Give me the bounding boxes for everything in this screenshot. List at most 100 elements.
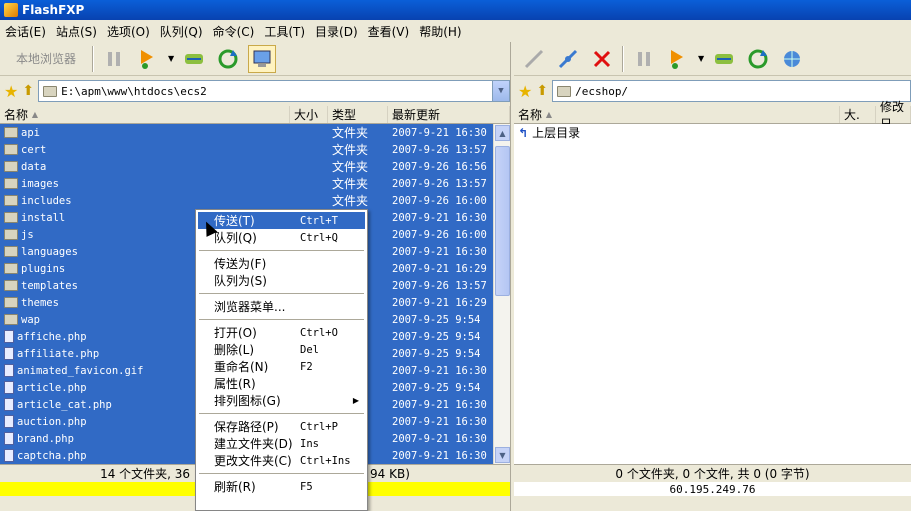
- col-name-header[interactable]: 名称 ▲: [0, 106, 290, 123]
- sync-icon: [185, 53, 204, 64]
- file-date-cell: 2007-9-25 9:54: [392, 381, 481, 394]
- table-row[interactable]: images 文件夹 2007-9-26 13:57: [0, 175, 510, 192]
- table-row[interactable]: data 文件夹 2007-9-26 16:56: [0, 158, 510, 175]
- context-menu-item[interactable]: 刷新(R) F5: [198, 478, 365, 495]
- context-menu-item[interactable]: 保存路径(P) Ctrl+P: [198, 418, 365, 435]
- folder-icon: [4, 229, 18, 240]
- menu-help[interactable]: 帮助(H): [414, 23, 466, 40]
- col-modified-header[interactable]: 修改日: [876, 100, 911, 131]
- php-file-icon: [4, 449, 14, 462]
- file-date-cell: 2007-9-25 9:54: [392, 347, 481, 360]
- site-manager-button[interactable]: [778, 45, 806, 73]
- context-menu-item[interactable]: 重命名(N) F2: [198, 358, 365, 375]
- file-date-cell: 2007-9-26 13:57: [392, 143, 487, 156]
- php-file-icon: [4, 347, 14, 360]
- refresh-icon: [748, 49, 768, 68]
- table-row[interactable]: includes 文件夹 2007-9-26 16:00: [0, 192, 510, 209]
- connect-button[interactable]: [520, 45, 548, 73]
- remote-sync-button[interactable]: [710, 45, 738, 73]
- remote-status-text: 0 个文件夹, 0 个文件, 共 0 (0 字节): [615, 467, 810, 481]
- local-browser-button[interactable]: 本地浏览器: [6, 50, 86, 67]
- globe-icon: [784, 50, 801, 67]
- folder-icon: [4, 212, 18, 223]
- remote-path-combobox[interactable]: /ecshop/: [552, 80, 911, 102]
- parent-folder-icon[interactable]: ⬆: [22, 83, 34, 99]
- file-type-cell: 文件夹: [332, 160, 369, 174]
- sync-button[interactable]: [180, 45, 208, 73]
- transfer-dropdown-arrow-icon[interactable]: ▼: [168, 54, 174, 63]
- menu-tools[interactable]: 工具(T): [259, 23, 310, 40]
- menu-separator: [199, 413, 364, 414]
- menu-session[interactable]: 会话(E): [0, 23, 51, 40]
- context-menu-item[interactable]: 浏览器菜单...: [198, 298, 365, 315]
- file-date-cell: 2007-9-21 16:29: [392, 296, 487, 309]
- php-file-icon: [4, 381, 14, 394]
- context-menu-item[interactable]: 传送(T) Ctrl+T: [198, 212, 365, 229]
- transfer-button[interactable]: [134, 45, 162, 73]
- scroll-down-icon[interactable]: ▼: [495, 447, 510, 463]
- local-toolbar: 本地浏览器 ▼: [0, 42, 510, 76]
- chevron-down-icon[interactable]: ▼: [492, 81, 509, 101]
- file-date-cell: 2007-9-26 13:57: [392, 177, 487, 190]
- context-menu-item[interactable]: 建立文件夹(D) Ins: [198, 435, 365, 452]
- menu-queue[interactable]: 队列(Q): [155, 23, 208, 40]
- context-menu-item[interactable]: 队列(Q) Ctrl+Q: [198, 229, 365, 246]
- menu-view[interactable]: 查看(V): [363, 23, 415, 40]
- context-menu-item[interactable]: 属性(R): [198, 375, 365, 392]
- folder-icon: [4, 195, 18, 206]
- folder-icon: [43, 85, 58, 97]
- remote-status-bar: 0 个文件夹, 0 个文件, 共 0 (0 字节): [514, 464, 911, 482]
- col-modified-header[interactable]: 最新更新: [388, 106, 510, 123]
- col-size-header[interactable]: 大.: [840, 106, 876, 123]
- php-file-icon: [4, 432, 14, 445]
- menu-sites[interactable]: 站点(S): [51, 23, 102, 40]
- folder-icon: [4, 246, 18, 257]
- context-menu-item[interactable]: 删除(L) Del: [198, 341, 365, 358]
- menu-options[interactable]: 选项(O): [102, 23, 155, 40]
- context-menu-item[interactable]: 更改文件夹(C) Ctrl+Ins: [198, 452, 365, 469]
- transfer-dropdown-arrow-icon[interactable]: ▼: [698, 54, 704, 63]
- menu-commands[interactable]: 命令(C): [208, 23, 260, 40]
- remote-path-row: ★ ⬆ /ecshop/: [514, 76, 911, 106]
- browser-view-button[interactable]: [248, 44, 277, 73]
- file-date-cell: 2007-9-21 16:30: [392, 432, 487, 445]
- local-vertical-scrollbar[interactable]: ▲ ▼: [493, 124, 510, 464]
- file-name-cell: images: [0, 178, 290, 190]
- disconnect-button[interactable]: [554, 45, 582, 73]
- scroll-up-icon[interactable]: ▲: [495, 125, 510, 141]
- remote-refresh-button[interactable]: [744, 45, 772, 73]
- table-row[interactable]: cert 文件夹 2007-9-26 13:57: [0, 141, 510, 158]
- scroll-thumb[interactable]: [495, 146, 510, 296]
- folder-icon: [4, 144, 18, 155]
- remote-transfer-button[interactable]: [664, 45, 692, 73]
- col-type-header[interactable]: 类型: [328, 106, 388, 123]
- menu-directory[interactable]: 目录(D): [310, 23, 363, 40]
- local-path-combobox[interactable]: E:\apm\www\htdocs\ecs2 ▼: [38, 80, 510, 102]
- file-date-cell: 2007-9-21 16:30: [392, 211, 487, 224]
- context-menu-item[interactable]: 排列图标(G) ▶: [198, 392, 365, 409]
- folder-icon: [4, 161, 18, 172]
- favorites-star-icon[interactable]: ★: [4, 82, 18, 101]
- local-path-row: ★ ⬆ E:\apm\www\htdocs\ecs2 ▼: [0, 76, 510, 106]
- menu-separator: [199, 319, 364, 320]
- remote-pane: ▼ ★ ⬆ /ecshop/ 名称 ▲ 大. 修改日 ↰ 上层目录 0 个文件夹…: [514, 42, 911, 511]
- file-date-cell: 2007-9-21 16:29: [392, 262, 487, 275]
- context-menu-item[interactable]: 打开(O) Ctrl+O: [198, 324, 365, 341]
- file-date-cell: 2007-9-21 16:30: [392, 415, 487, 428]
- pause-icon: [108, 51, 121, 66]
- remote-pause-button[interactable]: [630, 45, 658, 73]
- pause-button[interactable]: [100, 45, 128, 73]
- folder-icon: [4, 178, 18, 189]
- col-size-header[interactable]: 大小: [290, 106, 328, 123]
- parent-folder-icon[interactable]: ⬆: [536, 83, 548, 99]
- context-menu-item[interactable]: 传送为(F): [198, 255, 365, 272]
- abort-button[interactable]: [588, 45, 616, 73]
- context-menu-item[interactable]: 队列为(S): [198, 272, 365, 289]
- remote-file-list[interactable]: ↰ 上层目录: [514, 124, 911, 464]
- col-name-header[interactable]: 名称 ▲: [514, 106, 840, 123]
- table-row[interactable]: api 文件夹 2007-9-21 16:30: [0, 124, 510, 141]
- favorites-star-icon[interactable]: ★: [518, 82, 532, 101]
- parent-directory-row[interactable]: ↰ 上层目录: [514, 124, 911, 141]
- refresh-button[interactable]: [214, 45, 242, 73]
- toolbar-separator: [92, 45, 95, 72]
